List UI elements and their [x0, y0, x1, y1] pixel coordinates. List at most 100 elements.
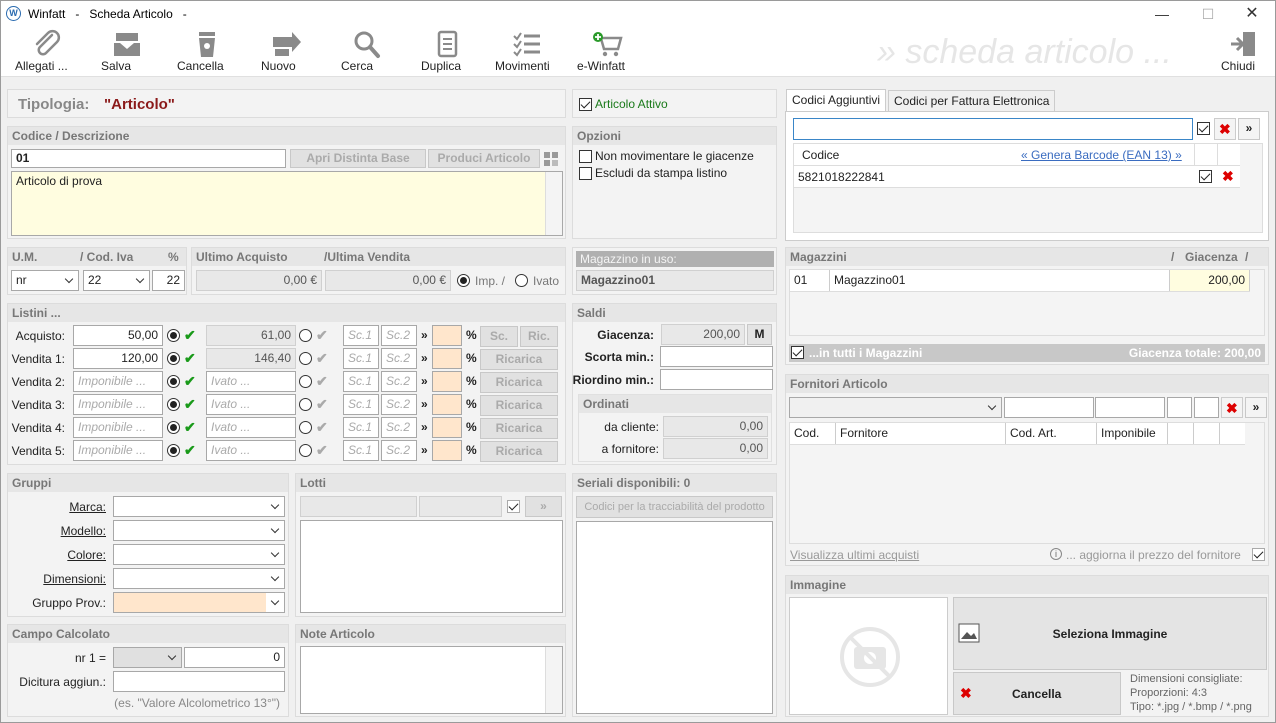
lotto-scadenza-input[interactable]: [419, 496, 502, 517]
vendita1-ivato-input[interactable]: 146,40: [206, 348, 296, 369]
marca-select[interactable]: [113, 496, 285, 517]
aggiorna-prezzo-checkbox[interactable]: [1252, 548, 1265, 561]
fornitore-extra1-input[interactable]: [1167, 397, 1192, 418]
unita-calcolo-select[interactable]: [113, 647, 182, 668]
cancella-immagine-button[interactable]: ✖ Cancella: [953, 672, 1121, 715]
vendita3-imponibile-radio[interactable]: [167, 398, 180, 411]
genera-barcode-link[interactable]: « Genera Barcode (EAN 13) »: [1021, 148, 1182, 162]
descrizione-scrollbar[interactable]: [545, 172, 562, 235]
codici-more-button[interactable]: »: [1238, 118, 1260, 140]
vendita4-ivato-input[interactable]: Ivato ...: [206, 417, 296, 438]
fornitore-cod-art-input[interactable]: [1004, 397, 1094, 418]
vendita3-ivato-input[interactable]: Ivato ...: [206, 394, 296, 415]
ricarico-percent-input[interactable]: [432, 417, 462, 438]
lotto-checkbox[interactable]: [507, 500, 520, 513]
vendita1-imponibile-radio[interactable]: [167, 352, 180, 365]
vendita4-imponibile-input[interactable]: Imponibile ...: [73, 417, 163, 438]
iva-percent-input[interactable]: 22: [152, 270, 185, 291]
codice-aggiuntivo-checkbox[interactable]: [1197, 122, 1210, 135]
vendita2-imponibile-input[interactable]: Imponibile ...: [73, 371, 163, 392]
lotti-list[interactable]: [300, 520, 563, 613]
note-textarea[interactable]: [300, 646, 563, 714]
codice-input[interactable]: 01: [11, 149, 286, 168]
seriali-list[interactable]: [576, 521, 773, 714]
cancella-toolbar-button[interactable]: Cancella: [177, 27, 237, 77]
table-row[interactable]: 5821018222841 ✖: [794, 166, 1240, 188]
note-scrollbar[interactable]: [545, 647, 562, 713]
sc2-input[interactable]: Sc.2: [381, 394, 417, 415]
dimensioni-select[interactable]: [113, 568, 285, 589]
sc2-input[interactable]: Sc.2: [381, 371, 417, 392]
vendita5-ivato-input[interactable]: Ivato ...: [206, 440, 296, 461]
salva-button[interactable]: Salva: [101, 27, 153, 77]
tab-codici-aggiuntivi[interactable]: Codici Aggiuntivi: [786, 89, 887, 113]
sc1-input[interactable]: Sc.1: [343, 325, 379, 346]
allegati-button[interactable]: Allegati ...: [15, 27, 79, 77]
codice-row-checkbox[interactable]: [1199, 170, 1212, 183]
chiudi-button[interactable]: Chiudi: [1221, 27, 1267, 77]
sc2-input[interactable]: Sc.2: [381, 325, 417, 346]
produci-articolo-button[interactable]: Produci Articolo: [428, 149, 540, 168]
acquisto-ivato-input[interactable]: 61,00: [206, 325, 296, 346]
ivato-radio[interactable]: [515, 274, 528, 287]
ricarica-button[interactable]: Ricarica: [480, 418, 558, 439]
vendita5-imponibile-radio[interactable]: [167, 444, 180, 457]
minimize-button[interactable]: —: [1139, 1, 1185, 27]
sc1-input[interactable]: Sc.1: [343, 417, 379, 438]
vendita2-ivato-radio[interactable]: [299, 375, 312, 388]
vendita4-imponibile-radio[interactable]: [167, 421, 180, 434]
lotto-input[interactable]: [300, 496, 417, 517]
descrizione-textarea[interactable]: Articolo di prova: [11, 171, 563, 236]
vendita2-imponibile-radio[interactable]: [167, 375, 180, 388]
colore-select[interactable]: [113, 544, 285, 565]
vendita5-ivato-radio[interactable]: [299, 444, 312, 457]
gruppo-prov-select[interactable]: [113, 592, 285, 613]
cod-iva-select[interactable]: 22: [83, 270, 150, 291]
delete-row-icon[interactable]: ✖: [1222, 168, 1234, 185]
vendita1-imponibile-input[interactable]: 120,00: [73, 348, 163, 369]
visualizza-acquisti-link[interactable]: Visualizza ultimi acquisti: [790, 548, 919, 562]
tutti-magazzini-checkbox[interactable]: [791, 346, 804, 359]
ricarica-button[interactable]: Ricarica: [480, 372, 558, 393]
e-winfatt-button[interactable]: e-Winfatt: [577, 27, 637, 77]
maximize-button[interactable]: ☐: [1185, 1, 1231, 27]
acquisto-ivato-radio[interactable]: [299, 329, 312, 342]
tab-codici-fattura-elettronica[interactable]: Codici per Fattura Elettronica: [888, 90, 1056, 112]
seleziona-immagine-button[interactable]: Seleziona Immagine: [953, 597, 1267, 670]
escludi-stampa-checkbox[interactable]: [579, 167, 592, 180]
ricarico-percent-input[interactable]: [432, 325, 462, 346]
riordino-min-input[interactable]: [660, 369, 773, 390]
non-movimentare-checkbox[interactable]: [579, 150, 592, 163]
lotti-more-button[interactable]: »: [525, 496, 562, 517]
sc1-input[interactable]: Sc.1: [343, 371, 379, 392]
delete-codice-button[interactable]: ✖: [1214, 118, 1236, 140]
codice-aggiuntivo-input[interactable]: [793, 118, 1193, 140]
movimenti-button[interactable]: Movimenti: [495, 27, 559, 77]
modello-select[interactable]: [113, 520, 285, 541]
sc2-input[interactable]: Sc.2: [381, 348, 417, 369]
ricarico-percent-input[interactable]: [432, 348, 462, 369]
ricarico-button[interactable]: Ric.: [520, 326, 558, 347]
ricarico-percent-input[interactable]: [432, 394, 462, 415]
ricarica-button[interactable]: Ricarica: [480, 349, 558, 370]
cerca-button[interactable]: Cerca: [341, 27, 393, 77]
vendita3-ivato-radio[interactable]: [299, 398, 312, 411]
sc2-input[interactable]: Sc.2: [381, 417, 417, 438]
table-row[interactable]: 01 Magazzino01 200,00: [790, 270, 1250, 292]
grid-settings-icon[interactable]: [543, 151, 559, 167]
duplica-button[interactable]: Duplica: [421, 27, 473, 77]
acquisto-imponibile-input[interactable]: 50,00: [73, 325, 163, 346]
ricarico-percent-input[interactable]: [432, 440, 462, 461]
close-window-button[interactable]: ✕: [1229, 1, 1275, 27]
vendita3-imponibile-input[interactable]: Imponibile ...: [73, 394, 163, 415]
vendita5-imponibile-input[interactable]: Imponibile ...: [73, 440, 163, 461]
apri-distinta-base-button[interactable]: Apri Distinta Base: [290, 149, 426, 168]
nuovo-button[interactable]: Nuovo: [261, 27, 313, 77]
sconto-button[interactable]: Sc.: [480, 326, 518, 347]
vendita4-ivato-radio[interactable]: [299, 421, 312, 434]
movimenti-giacenza-button[interactable]: M: [747, 324, 772, 345]
scorta-min-input[interactable]: [660, 346, 773, 367]
tracciabilita-button[interactable]: Codici per la tracciabilità del prodotto: [576, 496, 773, 518]
imponibile-radio[interactable]: [457, 274, 470, 287]
vendita1-ivato-radio[interactable]: [299, 352, 312, 365]
